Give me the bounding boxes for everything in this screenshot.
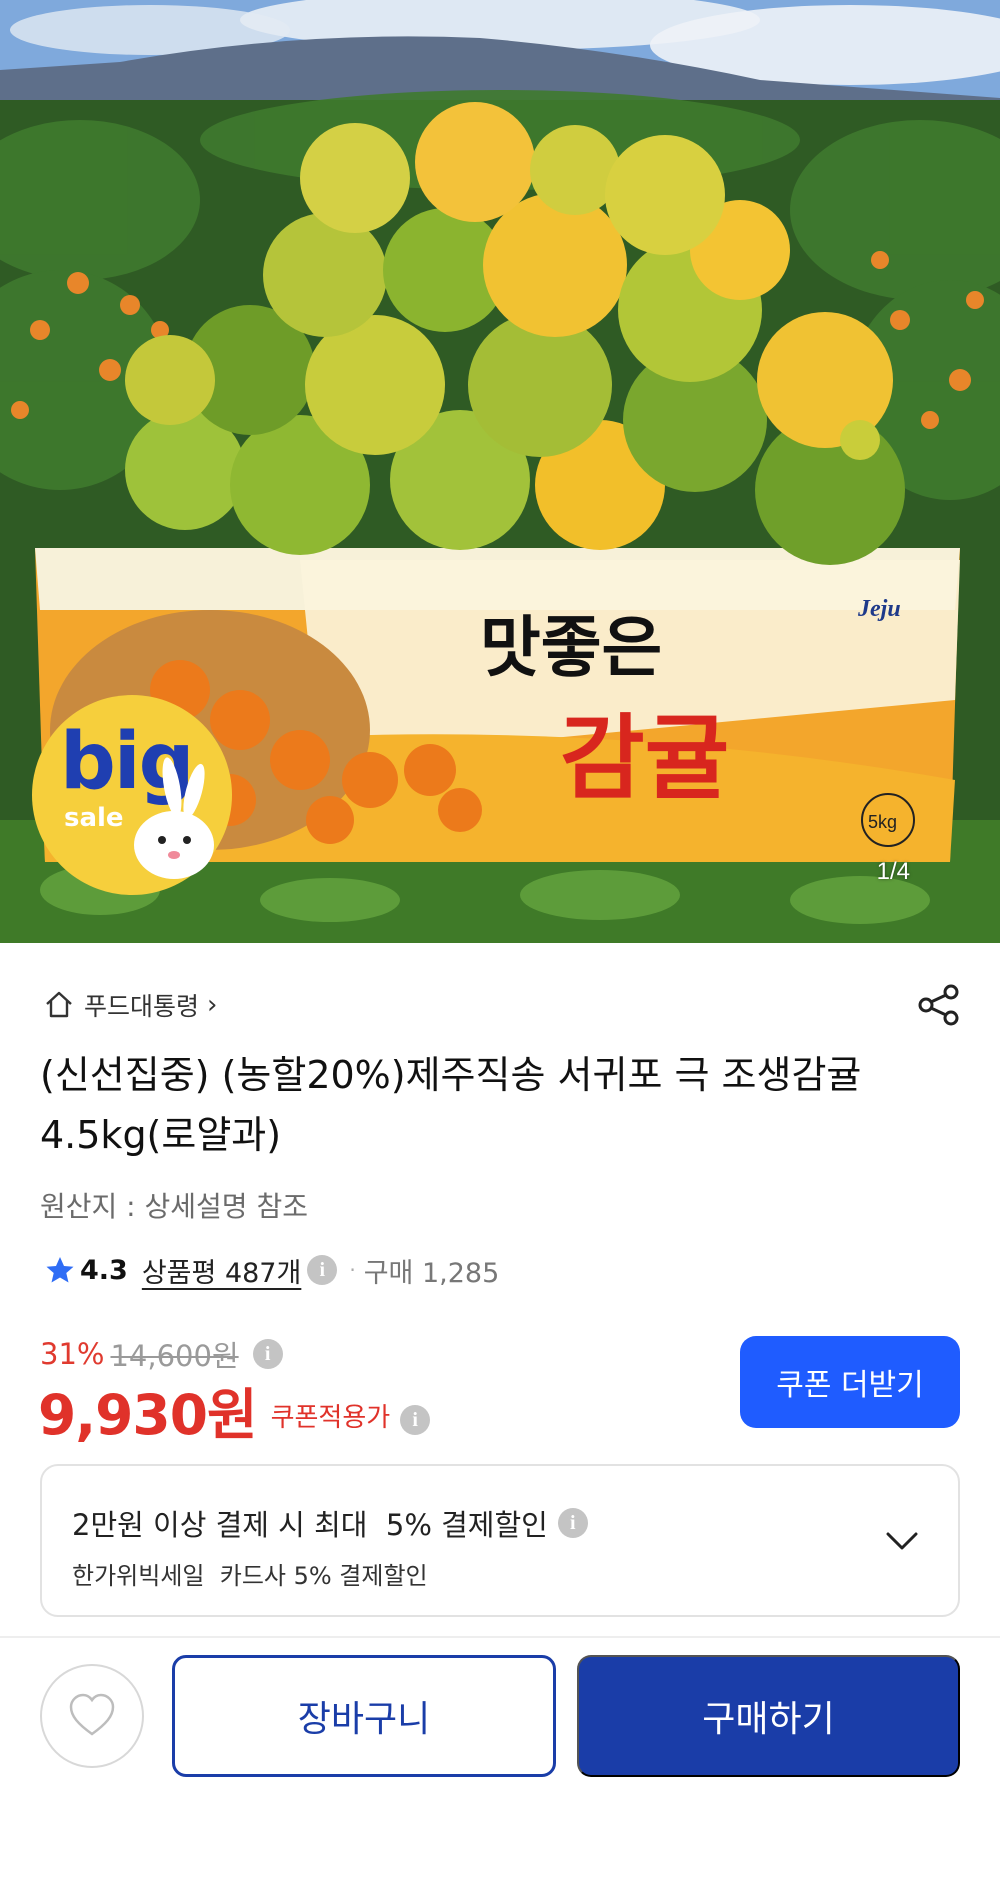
product-image-carousel[interactable]: 맛좋은 감귤 Jeju 5kg big sale 1/4 — [0, 0, 1000, 943]
wishlist-button[interactable] — [40, 1664, 144, 1768]
share-icon[interactable] — [916, 982, 962, 1028]
chevron-right-icon: › — [207, 990, 218, 1020]
purchase-count: 구매 1,285 — [363, 1257, 500, 1289]
rabbit-icon — [134, 757, 214, 879]
box-text-line2: 감귤 — [560, 704, 729, 812]
payment-benefit-title: 2만원 이상 결제 시 최대 5% 결제할인 — [72, 1508, 548, 1542]
buy-now-button[interactable]: 구매하기 — [577, 1655, 960, 1777]
section-divider — [0, 1636, 1000, 1638]
product-origin: 원산지 : 상세설명 참조 — [40, 1190, 308, 1223]
heart-icon — [69, 1693, 115, 1736]
store-link[interactable]: 푸드대통령 › — [42, 985, 217, 1025]
price-final-row: 9,930원 쿠폰적용가 i — [38, 1370, 431, 1450]
big-sale-badge: big sale — [32, 695, 232, 895]
payment-benefit-title-row: 2만원 이상 결제 시 최대 5% 결제할인 i — [72, 1502, 588, 1544]
info-icon[interactable]: i — [557, 1508, 588, 1538]
get-coupon-button[interactable]: 쿠폰 더받기 — [740, 1336, 960, 1428]
star-icon — [46, 1257, 74, 1283]
image-counter: 1/4 — [876, 858, 910, 885]
original-price: 14,600원 — [110, 1339, 239, 1373]
product-title: (신선집중) (농할20%)제주직송 서귀포 극 조생감귤 4.5kg(로얄과) — [40, 1053, 862, 1157]
payment-benefit-subtitle: 한가위빅세일 카드사 5% 결제할인 — [72, 1562, 428, 1590]
info-icon[interactable]: i — [400, 1405, 431, 1435]
store-name: 푸드대통령 — [84, 992, 200, 1021]
add-to-cart-button[interactable]: 장바구니 — [172, 1655, 556, 1777]
discount-rate: 31% — [40, 1337, 105, 1371]
coupon-price-label: 쿠폰적용가 — [270, 1403, 391, 1433]
box-brand: Jeju — [857, 596, 901, 622]
price-original-row: 31% 14,600원 i — [40, 1333, 283, 1375]
separator-dot: · — [349, 1258, 356, 1282]
info-icon[interactable]: i — [307, 1255, 338, 1285]
rating-row: 4.3 상품평 487개 i · 구매 1,285 — [44, 1249, 499, 1291]
payment-benefit-panel[interactable]: 2만원 이상 결제 시 최대 5% 결제할인 i 한가위빅세일 카드사 5% 결… — [40, 1464, 960, 1617]
box-text-line1: 맛좋은 — [480, 608, 662, 686]
chevron-down-icon[interactable] — [882, 1521, 922, 1561]
final-price: 9,930원 — [38, 1383, 258, 1447]
box-weight: 5kg — [868, 812, 897, 832]
rating-score: 4.3 — [80, 1254, 128, 1286]
review-count-link[interactable]: 상품평 487개 — [142, 1251, 301, 1290]
home-icon — [46, 991, 72, 1018]
info-icon[interactable]: i — [252, 1339, 283, 1369]
